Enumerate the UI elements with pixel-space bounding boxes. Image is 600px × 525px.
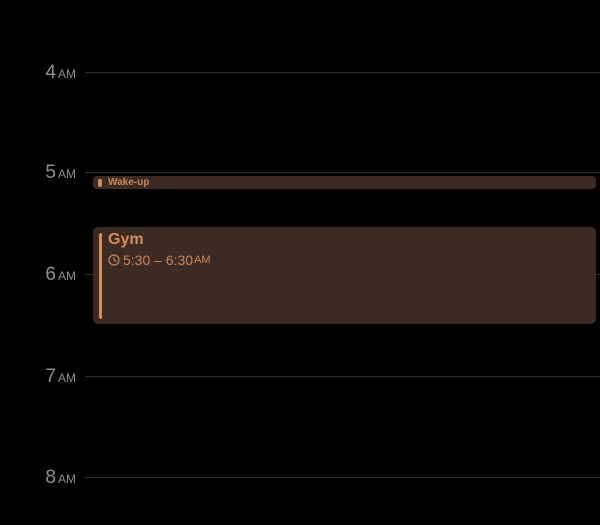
event-title: Gym: [108, 231, 144, 248]
hour-number: 8: [45, 467, 56, 488]
hour-label: 5 AM: [0, 162, 76, 185]
hour-gridline: [85, 477, 600, 478]
hour-number: 7: [45, 366, 56, 387]
event-gym[interactable]: Gym 5:30 – 6:30 AM: [93, 227, 596, 324]
hour-period: AM: [58, 269, 76, 283]
event-time-period: AM: [194, 254, 211, 266]
day-timeline[interactable]: 4 AM 5 AM 6 AM 7 AM 8 AM Wake-up Gym 5:3…: [0, 0, 600, 525]
hour-gridline: [85, 72, 600, 73]
hour-period: AM: [58, 67, 76, 81]
hour-gridline: [85, 172, 600, 173]
clock-icon: [108, 254, 120, 266]
hour-label: 7 AM: [0, 366, 76, 389]
hour-row-7am: 7 AM: [0, 366, 600, 388]
hour-row-8am: 8 AM: [0, 467, 600, 489]
event-accent-bar: [99, 233, 102, 319]
event-wake-up[interactable]: Wake-up: [93, 176, 596, 189]
event-time-range: 5:30 – 6:30: [123, 252, 194, 268]
hour-label: 4 AM: [0, 62, 76, 85]
hour-gridline: [85, 376, 600, 377]
hour-label: 6 AM: [0, 264, 76, 287]
hour-period: AM: [58, 167, 76, 181]
hour-period: AM: [58, 472, 76, 486]
hour-row-4am: 4 AM: [0, 62, 600, 84]
hour-label: 8 AM: [0, 467, 76, 490]
event-color-dot: [98, 178, 102, 187]
hour-number: 5: [45, 162, 56, 183]
event-time: 5:30 – 6:30 AM: [108, 252, 211, 268]
hour-number: 4: [45, 62, 56, 83]
hour-number: 6: [45, 264, 56, 285]
event-title: Wake-up: [108, 177, 150, 188]
hour-period: AM: [58, 371, 76, 385]
